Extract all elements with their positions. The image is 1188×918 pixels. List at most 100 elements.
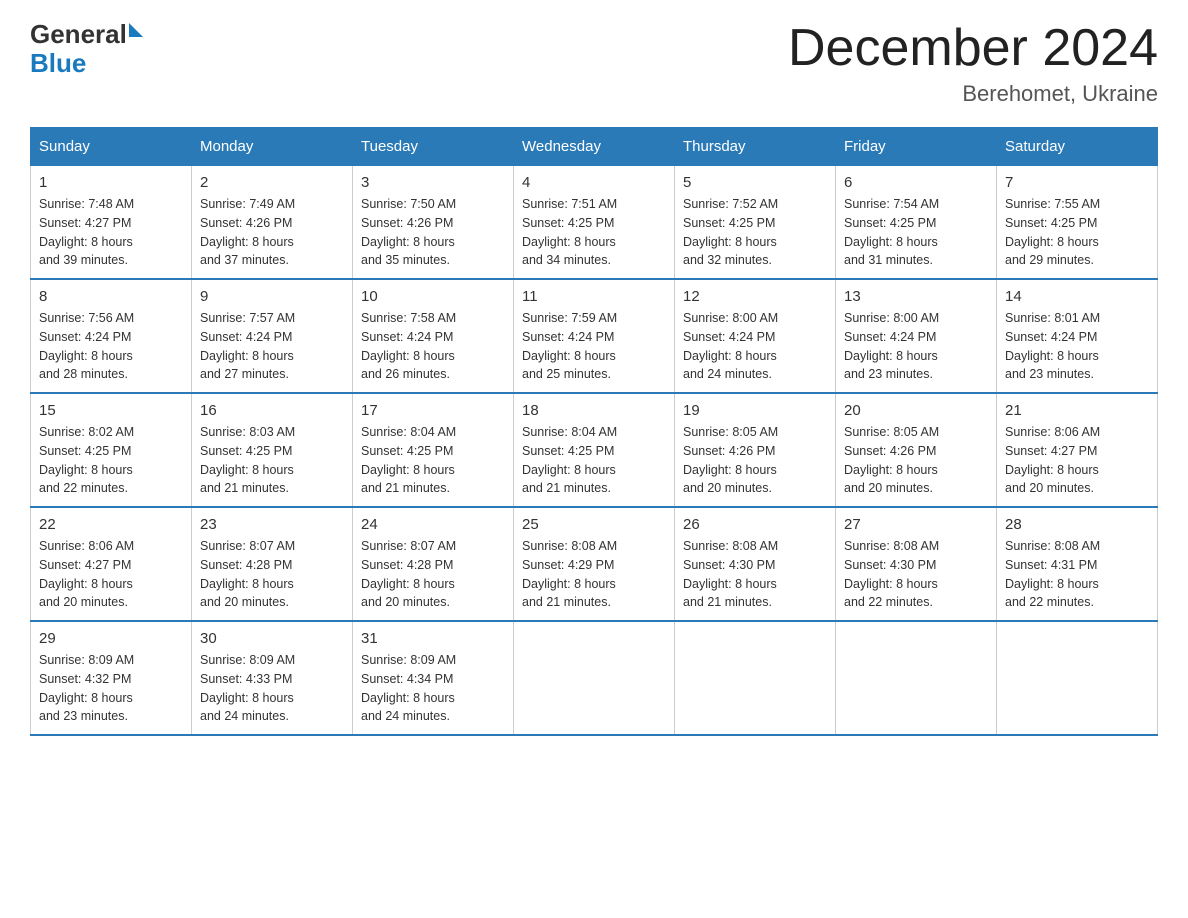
day-number: 5 xyxy=(683,174,827,191)
day-info: Sunrise: 7:57 AM Sunset: 4:24 PM Dayligh… xyxy=(200,309,344,384)
day-info: Sunrise: 8:05 AM Sunset: 4:26 PM Dayligh… xyxy=(683,423,827,498)
col-thursday: Thursday xyxy=(675,128,836,166)
calendar-day-cell: 3 Sunrise: 7:50 AM Sunset: 4:26 PM Dayli… xyxy=(353,166,514,280)
day-number: 15 xyxy=(39,402,183,419)
calendar-day-cell: 27 Sunrise: 8:08 AM Sunset: 4:30 PM Dayl… xyxy=(836,507,997,621)
day-number: 10 xyxy=(361,288,505,305)
col-sunday: Sunday xyxy=(31,128,192,166)
day-info: Sunrise: 7:48 AM Sunset: 4:27 PM Dayligh… xyxy=(39,195,183,270)
calendar-day-cell xyxy=(675,621,836,735)
day-number: 23 xyxy=(200,516,344,533)
day-info: Sunrise: 8:09 AM Sunset: 4:34 PM Dayligh… xyxy=(361,651,505,726)
calendar-day-cell: 28 Sunrise: 8:08 AM Sunset: 4:31 PM Dayl… xyxy=(997,507,1158,621)
calendar-week-row: 22 Sunrise: 8:06 AM Sunset: 4:27 PM Dayl… xyxy=(31,507,1158,621)
location-title: Berehomet, Ukraine xyxy=(788,81,1158,107)
day-number: 3 xyxy=(361,174,505,191)
calendar-day-cell: 12 Sunrise: 8:00 AM Sunset: 4:24 PM Dayl… xyxy=(675,279,836,393)
page-header: General Blue December 2024 Berehomet, Uk… xyxy=(30,20,1158,107)
day-info: Sunrise: 7:56 AM Sunset: 4:24 PM Dayligh… xyxy=(39,309,183,384)
month-year-title: December 2024 xyxy=(788,20,1158,77)
calendar-week-row: 29 Sunrise: 8:09 AM Sunset: 4:32 PM Dayl… xyxy=(31,621,1158,735)
day-number: 21 xyxy=(1005,402,1149,419)
logo-text-blue: Blue xyxy=(30,49,86,78)
calendar-day-cell: 17 Sunrise: 8:04 AM Sunset: 4:25 PM Dayl… xyxy=(353,393,514,507)
calendar-day-cell: 22 Sunrise: 8:06 AM Sunset: 4:27 PM Dayl… xyxy=(31,507,192,621)
calendar-header: Sunday Monday Tuesday Wednesday Thursday… xyxy=(31,128,1158,166)
calendar-day-cell: 7 Sunrise: 7:55 AM Sunset: 4:25 PM Dayli… xyxy=(997,166,1158,280)
day-number: 18 xyxy=(522,402,666,419)
day-info: Sunrise: 7:51 AM Sunset: 4:25 PM Dayligh… xyxy=(522,195,666,270)
logo-triangle-icon xyxy=(129,23,143,37)
day-info: Sunrise: 7:49 AM Sunset: 4:26 PM Dayligh… xyxy=(200,195,344,270)
calendar-table: Sunday Monday Tuesday Wednesday Thursday… xyxy=(30,127,1158,736)
day-number: 2 xyxy=(200,174,344,191)
day-number: 6 xyxy=(844,174,988,191)
day-number: 29 xyxy=(39,630,183,647)
calendar-day-cell: 13 Sunrise: 8:00 AM Sunset: 4:24 PM Dayl… xyxy=(836,279,997,393)
calendar-day-cell: 1 Sunrise: 7:48 AM Sunset: 4:27 PM Dayli… xyxy=(31,166,192,280)
col-monday: Monday xyxy=(192,128,353,166)
day-number: 27 xyxy=(844,516,988,533)
day-info: Sunrise: 8:03 AM Sunset: 4:25 PM Dayligh… xyxy=(200,423,344,498)
day-number: 13 xyxy=(844,288,988,305)
day-info: Sunrise: 8:08 AM Sunset: 4:29 PM Dayligh… xyxy=(522,537,666,612)
calendar-day-cell: 21 Sunrise: 8:06 AM Sunset: 4:27 PM Dayl… xyxy=(997,393,1158,507)
day-number: 14 xyxy=(1005,288,1149,305)
calendar-day-cell: 26 Sunrise: 8:08 AM Sunset: 4:30 PM Dayl… xyxy=(675,507,836,621)
day-info: Sunrise: 7:50 AM Sunset: 4:26 PM Dayligh… xyxy=(361,195,505,270)
day-number: 28 xyxy=(1005,516,1149,533)
calendar-day-cell: 15 Sunrise: 8:02 AM Sunset: 4:25 PM Dayl… xyxy=(31,393,192,507)
day-info: Sunrise: 8:09 AM Sunset: 4:32 PM Dayligh… xyxy=(39,651,183,726)
day-info: Sunrise: 7:55 AM Sunset: 4:25 PM Dayligh… xyxy=(1005,195,1149,270)
calendar-body: 1 Sunrise: 7:48 AM Sunset: 4:27 PM Dayli… xyxy=(31,166,1158,736)
day-info: Sunrise: 8:08 AM Sunset: 4:30 PM Dayligh… xyxy=(844,537,988,612)
day-info: Sunrise: 8:08 AM Sunset: 4:31 PM Dayligh… xyxy=(1005,537,1149,612)
calendar-day-cell: 20 Sunrise: 8:05 AM Sunset: 4:26 PM Dayl… xyxy=(836,393,997,507)
calendar-day-cell xyxy=(997,621,1158,735)
day-number: 11 xyxy=(522,288,666,305)
calendar-day-cell: 25 Sunrise: 8:08 AM Sunset: 4:29 PM Dayl… xyxy=(514,507,675,621)
day-number: 1 xyxy=(39,174,183,191)
col-saturday: Saturday xyxy=(997,128,1158,166)
calendar-day-cell: 31 Sunrise: 8:09 AM Sunset: 4:34 PM Dayl… xyxy=(353,621,514,735)
day-number: 26 xyxy=(683,516,827,533)
day-number: 31 xyxy=(361,630,505,647)
calendar-week-row: 15 Sunrise: 8:02 AM Sunset: 4:25 PM Dayl… xyxy=(31,393,1158,507)
day-info: Sunrise: 8:04 AM Sunset: 4:25 PM Dayligh… xyxy=(522,423,666,498)
day-number: 24 xyxy=(361,516,505,533)
day-info: Sunrise: 8:00 AM Sunset: 4:24 PM Dayligh… xyxy=(844,309,988,384)
calendar-day-cell: 5 Sunrise: 7:52 AM Sunset: 4:25 PM Dayli… xyxy=(675,166,836,280)
day-info: Sunrise: 8:00 AM Sunset: 4:24 PM Dayligh… xyxy=(683,309,827,384)
header-row: Sunday Monday Tuesday Wednesday Thursday… xyxy=(31,128,1158,166)
calendar-day-cell: 14 Sunrise: 8:01 AM Sunset: 4:24 PM Dayl… xyxy=(997,279,1158,393)
day-number: 7 xyxy=(1005,174,1149,191)
calendar-day-cell: 6 Sunrise: 7:54 AM Sunset: 4:25 PM Dayli… xyxy=(836,166,997,280)
calendar-day-cell: 8 Sunrise: 7:56 AM Sunset: 4:24 PM Dayli… xyxy=(31,279,192,393)
logo-text-general: General xyxy=(30,20,127,49)
day-number: 9 xyxy=(200,288,344,305)
title-section: December 2024 Berehomet, Ukraine xyxy=(788,20,1158,107)
day-number: 20 xyxy=(844,402,988,419)
day-info: Sunrise: 8:04 AM Sunset: 4:25 PM Dayligh… xyxy=(361,423,505,498)
col-wednesday: Wednesday xyxy=(514,128,675,166)
day-info: Sunrise: 7:52 AM Sunset: 4:25 PM Dayligh… xyxy=(683,195,827,270)
day-number: 4 xyxy=(522,174,666,191)
day-info: Sunrise: 7:59 AM Sunset: 4:24 PM Dayligh… xyxy=(522,309,666,384)
day-info: Sunrise: 8:09 AM Sunset: 4:33 PM Dayligh… xyxy=(200,651,344,726)
day-number: 30 xyxy=(200,630,344,647)
col-friday: Friday xyxy=(836,128,997,166)
day-number: 22 xyxy=(39,516,183,533)
day-info: Sunrise: 7:58 AM Sunset: 4:24 PM Dayligh… xyxy=(361,309,505,384)
col-tuesday: Tuesday xyxy=(353,128,514,166)
calendar-day-cell: 2 Sunrise: 7:49 AM Sunset: 4:26 PM Dayli… xyxy=(192,166,353,280)
calendar-day-cell: 16 Sunrise: 8:03 AM Sunset: 4:25 PM Dayl… xyxy=(192,393,353,507)
day-info: Sunrise: 8:07 AM Sunset: 4:28 PM Dayligh… xyxy=(361,537,505,612)
calendar-day-cell xyxy=(514,621,675,735)
calendar-week-row: 1 Sunrise: 7:48 AM Sunset: 4:27 PM Dayli… xyxy=(31,166,1158,280)
calendar-day-cell: 24 Sunrise: 8:07 AM Sunset: 4:28 PM Dayl… xyxy=(353,507,514,621)
calendar-day-cell: 19 Sunrise: 8:05 AM Sunset: 4:26 PM Dayl… xyxy=(675,393,836,507)
calendar-day-cell: 29 Sunrise: 8:09 AM Sunset: 4:32 PM Dayl… xyxy=(31,621,192,735)
day-info: Sunrise: 8:01 AM Sunset: 4:24 PM Dayligh… xyxy=(1005,309,1149,384)
calendar-day-cell: 4 Sunrise: 7:51 AM Sunset: 4:25 PM Dayli… xyxy=(514,166,675,280)
calendar-week-row: 8 Sunrise: 7:56 AM Sunset: 4:24 PM Dayli… xyxy=(31,279,1158,393)
